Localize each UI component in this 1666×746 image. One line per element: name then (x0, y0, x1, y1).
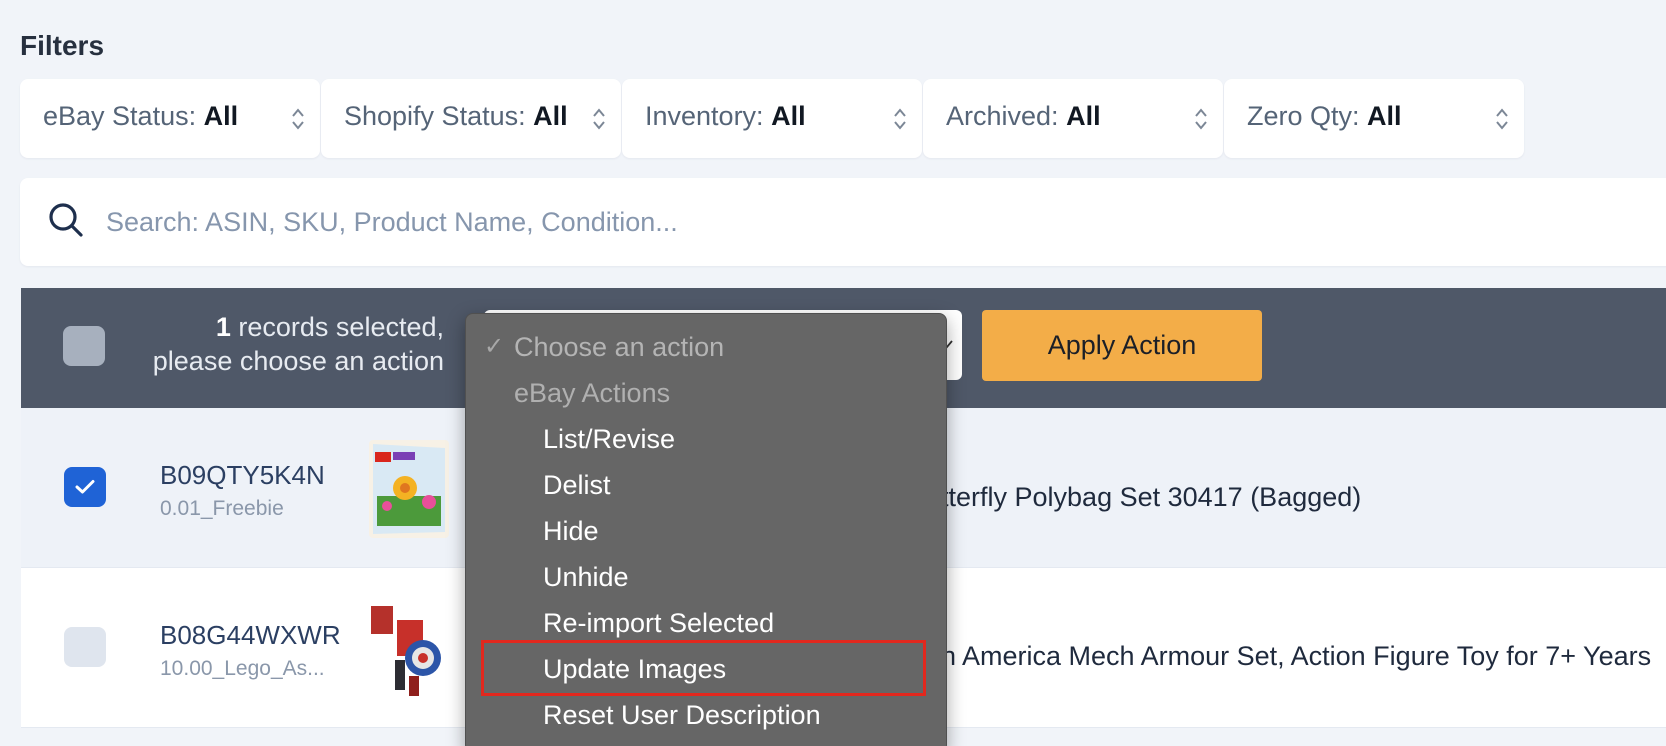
filter-archived[interactable]: Archived: All (923, 79, 1223, 158)
sort-arrows-icon (292, 108, 304, 130)
product-sku: 0.01_Freebie (160, 497, 284, 520)
sort-arrows-icon (593, 108, 605, 130)
dropdown-option-hide[interactable]: Hide (466, 508, 946, 554)
search-bar (20, 178, 1666, 266)
product-image (369, 440, 449, 538)
product-sku: 10.00_Lego_As... (160, 657, 325, 680)
select-all-checkbox[interactable] (63, 326, 105, 366)
dropdown-option-list-revise[interactable]: List/Revise (466, 416, 946, 462)
product-image (369, 600, 449, 698)
dropdown-placeholder-option[interactable]: ✓ Choose an action (466, 324, 946, 370)
filter-value: All (771, 101, 806, 131)
filter-label: Shopify Status: All (344, 101, 568, 131)
dropdown-group-label: eBay Actions (514, 378, 671, 408)
row-checkbox[interactable] (64, 627, 106, 667)
sort-arrows-icon (1496, 108, 1508, 130)
filter-value: All (203, 101, 239, 131)
filter-shopify-status[interactable]: Shopify Status: All (321, 79, 621, 158)
dropdown-option-reimport-selected[interactable]: Re-import Selected (466, 600, 946, 646)
product-thumbnail (369, 440, 449, 538)
row-checkbox[interactable] (64, 467, 106, 507)
search-icon (49, 203, 83, 237)
checkmark-icon (75, 480, 95, 494)
product-title[interactable]: tterfly Polybag Set 30417 (Bagged) (941, 482, 1361, 513)
filter-label: Inventory: All (645, 101, 806, 131)
filter-value: All (1066, 101, 1101, 131)
product-title[interactable]: n America Mech Armour Set, Action Figure… (941, 641, 1651, 672)
prompt-text: please choose an action (152, 346, 444, 376)
selected-text: records selected, (230, 312, 444, 342)
dropdown-option-reset-user-description[interactable]: Reset User Description (466, 692, 946, 738)
selection-summary: 1 records selected, please choose an act… (153, 310, 444, 378)
product-thumbnail (369, 600, 449, 698)
product-asin[interactable]: B08G44WXWR (160, 620, 341, 651)
filter-label: eBay Status: All (43, 101, 239, 131)
dropdown-option-delist[interactable]: Delist (466, 462, 946, 508)
dropdown-option-update-images[interactable]: Update Images (466, 646, 946, 692)
filter-inventory[interactable]: Inventory: All (622, 79, 922, 158)
apply-action-button[interactable]: Apply Action (982, 310, 1262, 381)
sort-arrows-icon (894, 108, 906, 130)
filter-value: All (533, 101, 568, 131)
filter-label: Archived: All (946, 101, 1101, 131)
dropdown-option-unhide[interactable]: Unhide (466, 554, 946, 600)
checkmark-icon: ✓ (484, 333, 505, 360)
filter-zero-qty[interactable]: Zero Qty: All (1224, 79, 1524, 158)
filter-ebay-status[interactable]: eBay Status: All (20, 79, 320, 158)
search-input[interactable] (106, 196, 1606, 248)
filter-label: Zero Qty: All (1247, 101, 1402, 131)
filters-title: Filters (20, 30, 105, 61)
sort-arrows-icon (1195, 108, 1207, 130)
selected-count: 1 (215, 312, 231, 342)
filter-value: All (1367, 101, 1402, 131)
product-asin[interactable]: B09QTY5K4N (160, 460, 325, 491)
action-dropdown-menu: ✓ Choose an action eBay Actions List/Rev… (465, 313, 947, 746)
